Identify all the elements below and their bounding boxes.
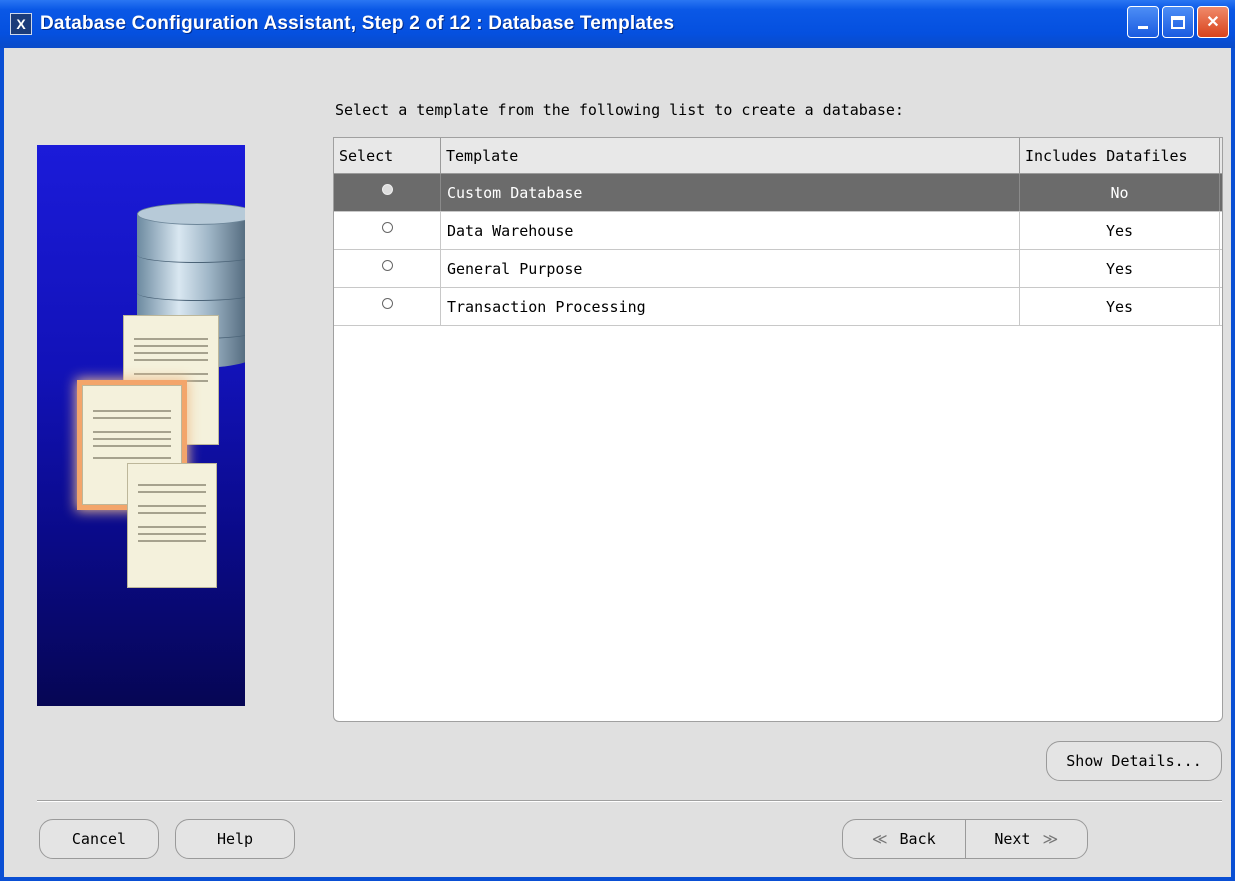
window-title: Database Configuration Assistant, Step 2… [40,13,675,34]
template-cell: Custom Database [441,174,1020,211]
includes-datafiles-cell: Yes [1020,288,1220,325]
table-row[interactable]: Custom Database No [334,174,1222,212]
navigation-buttons: ≪ Back Next ≫ [842,819,1088,859]
show-details-button[interactable]: Show Details... [1046,741,1222,781]
template-prompt: Select a template from the following lis… [335,101,904,119]
minimize-icon [1138,25,1148,29]
select-cell [334,174,441,211]
back-button[interactable]: ≪ Back [843,820,965,858]
template-cell: Transaction Processing [441,288,1020,325]
templates-table: Select Template Includes Datafiles Custo… [333,137,1223,722]
column-header-template[interactable]: Template [441,138,1020,173]
maximize-button[interactable] [1162,6,1194,38]
table-row[interactable]: General Purpose Yes [334,250,1222,288]
footer-separator [37,800,1222,802]
select-cell [334,250,441,287]
dialog-window: X Database Configuration Assistant, Step… [0,0,1235,881]
wizard-illustration [37,145,245,706]
template-cell: General Purpose [441,250,1020,287]
back-label: Back [899,830,936,848]
table-row[interactable]: Data Warehouse Yes [334,212,1222,250]
includes-datafiles-cell: Yes [1020,212,1220,249]
chevron-right-icon: ≫ [1042,830,1059,848]
app-icon: X [10,13,32,35]
radio-button[interactable] [381,184,393,195]
window-controls: ✕ [1127,6,1229,38]
chevron-left-icon: ≪ [871,830,888,848]
radio-button[interactable] [381,260,393,271]
minimize-button[interactable] [1127,6,1159,38]
radio-button[interactable] [381,222,393,233]
includes-datafiles-cell: Yes [1020,250,1220,287]
title-bar[interactable]: X Database Configuration Assistant, Step… [0,0,1235,48]
column-header-includes-datafiles[interactable]: Includes Datafiles [1020,138,1220,173]
next-label: Next [994,830,1031,848]
includes-datafiles-cell: No [1020,174,1220,211]
close-button[interactable]: ✕ [1197,6,1229,38]
table-header: Select Template Includes Datafiles [334,138,1222,174]
document-icon [127,463,217,588]
select-cell [334,212,441,249]
help-button[interactable]: Help [175,819,295,859]
template-cell: Data Warehouse [441,212,1020,249]
cancel-button[interactable]: Cancel [39,819,159,859]
column-header-select[interactable]: Select [334,138,441,173]
select-cell [334,288,441,325]
next-button[interactable]: Next ≫ [964,820,1088,858]
close-icon: ✕ [1206,14,1220,31]
maximize-icon [1171,15,1185,29]
table-row[interactable]: Transaction Processing Yes [334,288,1222,326]
radio-button[interactable] [381,298,393,309]
